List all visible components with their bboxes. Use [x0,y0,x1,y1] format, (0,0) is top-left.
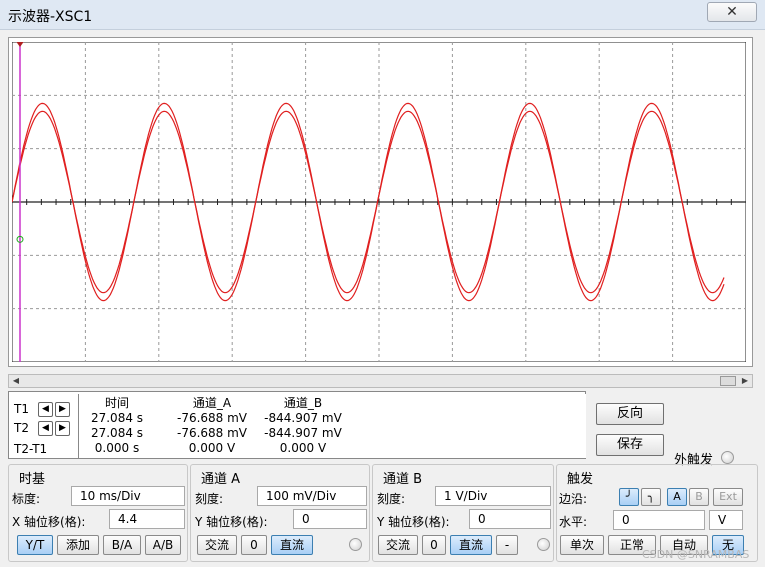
channel-a-group: 通道 A 刻度: 100 mV/Div Y 轴位移(格): 0 交流 0 直流 [190,464,370,562]
t1-time: 27.084 s [90,411,144,425]
scroll-right-icon[interactable]: ▶ [738,375,752,387]
mode-ba-button[interactable]: B/A [103,535,141,555]
channel-b-ypos-field[interactable]: 0 [469,509,551,529]
channel-b-column: 通道_B -844.907 mV -844.907 mV 0.000 V [255,396,351,456]
channel-b-title: 通道 B [383,472,423,487]
channel-a-dc-button[interactable]: 直流 [271,535,313,555]
channel-b-scale-label: 刻度: [377,492,406,506]
channel-a-terminal[interactable] [349,538,362,551]
t2-row: T2 ◀ ▶ [14,421,70,439]
close-icon: ✕ [726,4,738,20]
channel-b-minus-button[interactable]: - [496,535,518,555]
channel-a-zero-button[interactable]: 0 [241,535,267,555]
title-bar: 示波器-XSC1 ✕ [0,0,765,30]
t2-channel-b: -844.907 mV [264,426,342,440]
scroll-left-icon[interactable]: ◀ [9,375,23,387]
t1-channel-a: -76.688 mV [176,411,248,425]
channel-a-scale-label: 刻度: [195,492,224,506]
trigger-level-unit[interactable]: V [709,510,743,530]
channel-a-scale-field[interactable]: 100 mV/Div [257,486,367,506]
t1-label: T1 [14,402,29,416]
cursor-readout: 时间 27.084 s 27.084 s 0.000 s 通道_A -76.68… [78,394,586,458]
t2-channel-a: -76.688 mV [176,426,248,440]
t2-label: T2 [14,421,29,435]
channel-a-column: 通道_A -76.688 mV -76.688 mV 0.000 V [167,396,257,456]
t2-t1-label: T2-T1 [14,442,48,456]
falling-edge-icon: ╮ [647,490,655,503]
channel-b-group: 通道 B 刻度: 1 V/Div Y 轴位移(格): 0 交流 0 直流 - [372,464,554,562]
channel-a-ac-button[interactable]: 交流 [197,535,237,555]
channel-a-title: 通道 A [201,472,241,487]
trigger-level-field[interactable]: 0 [613,510,705,530]
timebase-title: 时基 [19,472,46,487]
rising-edge-icon: ╯ [625,490,633,503]
t1-channel-b: -844.907 mV [264,411,342,425]
t1-right-arrow-icon[interactable]: ▶ [55,402,70,417]
waveform-display [12,42,746,362]
channel-b-ypos-label: Y 轴位移(格): [377,515,450,529]
mode-add-button[interactable]: 添加 [57,535,99,555]
channel-b-scale-field[interactable]: 1 V/Div [435,486,551,506]
time-column: 时间 27.084 s 27.084 s 0.000 s [85,396,149,456]
window-title: 示波器-XSC1 [8,9,93,25]
channel-b-zero-button[interactable]: 0 [422,535,446,555]
time-header: 时间 [104,396,129,410]
mode-yt-button[interactable]: Y/T [17,535,53,555]
timebase-scale-field[interactable]: 10 ms/Div [71,486,185,506]
t2-right-arrow-icon[interactable]: ▶ [55,421,70,436]
timebase-xpos-field[interactable]: 4.4 [109,509,185,529]
dt-channel-b: 0.000 V [279,441,327,455]
mode-ab-button[interactable]: A/B [145,535,181,555]
trigger-title: 触发 [567,472,594,487]
dt-channel-a: 0.000 V [188,441,236,455]
watermark-text: CSDN @SNRAMBAS [642,548,750,561]
timebase-xpos-label: X 轴位移(格): [12,515,86,529]
t2-left-arrow-icon[interactable]: ◀ [38,421,53,436]
trigger-level-label: 水平: [559,515,588,529]
horizontal-scrollbar[interactable]: ◀ ▶ [8,374,753,388]
t2-t1-row: T2-T1 [14,442,47,460]
channel-a-ypos-field[interactable]: 0 [293,509,367,529]
trigger-source-ext-button[interactable]: Ext [713,488,743,506]
trigger-single-button[interactable]: 单次 [560,535,604,555]
timebase-scale-label: 标度: [12,492,41,506]
t1-row: T1 ◀ ▶ [14,402,70,420]
external-trigger-terminal[interactable] [721,451,734,464]
close-button[interactable]: ✕ [707,2,757,22]
t1-left-arrow-icon[interactable]: ◀ [38,402,53,417]
scroll-thumb[interactable] [720,376,736,386]
channel-a-ypos-label: Y 轴位移(格): [195,515,268,529]
falling-edge-button[interactable]: ╮ [641,488,661,506]
channel-b-header: 通道_B [283,396,323,410]
channel-a-header: 通道_A [192,396,232,410]
t2-time: 27.084 s [90,426,144,440]
trigger-edge-label: 边沿: [559,492,588,506]
channel-b-ac-button[interactable]: 交流 [378,535,418,555]
channel-b-dc-button[interactable]: 直流 [450,535,492,555]
rising-edge-button[interactable]: ╯ [619,488,639,506]
timebase-group: 时基 标度: 10 ms/Div X 轴位移(格): 4.4 Y/T 添加 B/… [8,464,188,562]
save-button[interactable]: 保存 [596,434,664,456]
trigger-source-a-button[interactable]: A [667,488,687,506]
reverse-button[interactable]: 反向 [596,403,664,425]
channel-b-terminal[interactable] [537,538,550,551]
trigger-source-b-button[interactable]: B [689,488,709,506]
dt-time: 0.000 s [94,441,140,455]
